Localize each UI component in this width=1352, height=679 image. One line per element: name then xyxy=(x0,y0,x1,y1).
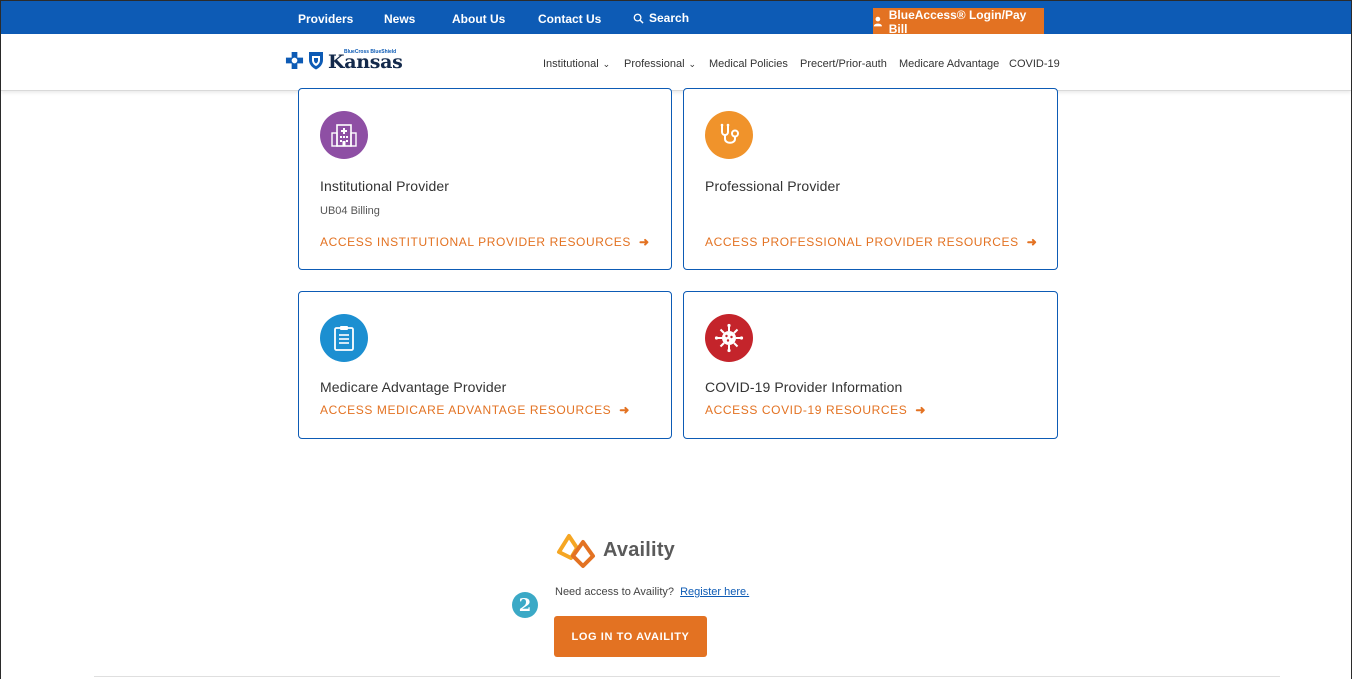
nav-link-providers[interactable]: Providers xyxy=(298,12,353,26)
nav-institutional-label: Institutional xyxy=(543,58,599,70)
step-number-badge: 2 xyxy=(512,592,538,618)
cta-label: ACCESS COVID-19 RESOURCES xyxy=(705,403,908,417)
nav-institutional[interactable]: Institutional ⌄ xyxy=(543,58,610,70)
search-link[interactable]: Search xyxy=(633,11,689,25)
availity-mark-icon xyxy=(557,534,595,568)
availity-register-prompt: Need access to Availity? Register here. xyxy=(555,586,749,598)
card-professional-provider: Professional Provider ACCESS PROFESSIONA… xyxy=(683,88,1058,270)
arrow-right-icon: ➜ xyxy=(1026,235,1038,249)
blueaccess-login-button[interactable]: BlueAccess® Login/Pay Bill xyxy=(873,7,1044,36)
user-icon xyxy=(873,16,882,27)
log-in-to-availity-button[interactable]: LOG IN TO AVAILITY xyxy=(554,616,707,657)
nav-medicare-advantage[interactable]: Medicare Advantage xyxy=(899,58,999,70)
access-medicare-advantage-resources-link[interactable]: ACCESS MEDICARE ADVANTAGE RESOURCES ➜ xyxy=(320,403,630,417)
card-title: Professional Provider xyxy=(705,178,841,194)
logo-big-text: Kansas xyxy=(328,51,403,73)
nav-covid-19[interactable]: COVID-19 xyxy=(1009,58,1060,70)
nav-professional-label: Professional xyxy=(624,58,685,70)
card-medicare-advantage-provider: Medicare Advantage Provider ACCESS MEDIC… xyxy=(298,291,672,439)
card-subtitle: UB04 Billing xyxy=(320,205,380,217)
cta-label: ACCESS PROFESSIONAL PROVIDER RESOURCES xyxy=(705,235,1019,249)
footer-divider xyxy=(94,676,1280,677)
arrow-right-icon: ➜ xyxy=(639,235,650,249)
blue-shield-icon xyxy=(309,51,323,69)
virus-icon xyxy=(705,314,753,362)
card-institutional-provider: Institutional Provider UB04 Billing ACCE… xyxy=(298,88,672,270)
cta-label: ACCESS MEDICARE ADVANTAGE RESOURCES xyxy=(320,403,612,417)
nav-professional[interactable]: Professional ⌄ xyxy=(624,58,696,70)
access-institutional-resources-link[interactable]: ACCESS INSTITUTIONAL PROVIDER RESOURCES … xyxy=(320,235,650,249)
clipboard-icon xyxy=(320,314,368,362)
top-utility-bar: Providers News About Us Contact Us Searc… xyxy=(1,1,1351,36)
register-prompt-text: Need access to Availity? xyxy=(555,586,675,598)
nav-link-about-us[interactable]: About Us xyxy=(452,12,505,26)
main-header: BlueCross BlueShield Kansas Institutiona… xyxy=(1,34,1351,91)
stethoscope-icon xyxy=(705,111,753,159)
login-label: BlueAccess® Login/Pay Bill xyxy=(888,7,1027,36)
access-covid-19-resources-link[interactable]: ACCESS COVID-19 RESOURCES ➜ xyxy=(705,403,926,417)
screenshot-frame-left xyxy=(0,0,1,679)
logo-wordmark: BlueCross BlueShield Kansas xyxy=(328,49,404,73)
nav-precert-prior-auth[interactable]: Precert/Prior-auth xyxy=(800,58,887,70)
chevron-down-icon: ⌄ xyxy=(602,59,611,69)
card-title: Institutional Provider xyxy=(320,178,450,194)
availity-logo: Availity xyxy=(555,530,675,570)
nav-link-contact-us[interactable]: Contact Us xyxy=(538,12,601,26)
chevron-down-icon: ⌄ xyxy=(688,59,697,69)
availity-wordmark: Availity xyxy=(603,538,676,561)
card-title: COVID-19 Provider Information xyxy=(705,379,903,395)
nav-medical-policies[interactable]: Medical Policies xyxy=(709,58,788,70)
card-covid-19-provider-information: COVID-19 Provider Information ACCESS COV… xyxy=(683,291,1058,439)
blue-cross-icon xyxy=(285,51,304,69)
nav-link-news[interactable]: News xyxy=(384,12,415,26)
card-title: Medicare Advantage Provider xyxy=(320,379,507,395)
search-label: Search xyxy=(649,11,690,25)
arrow-right-icon: ➜ xyxy=(619,403,630,417)
register-here-link[interactable]: Register here. xyxy=(680,586,749,598)
bcbs-kansas-logo[interactable]: BlueCross BlueShield Kansas xyxy=(285,49,404,73)
access-professional-resources-link[interactable]: ACCESS PROFESSIONAL PROVIDER RESOURCES ➜ xyxy=(705,235,1037,249)
cta-label: ACCESS INSTITUTIONAL PROVIDER RESOURCES xyxy=(320,235,632,249)
arrow-right-icon: ➜ xyxy=(915,403,927,417)
hospital-icon xyxy=(320,111,368,159)
search-icon xyxy=(633,13,644,24)
